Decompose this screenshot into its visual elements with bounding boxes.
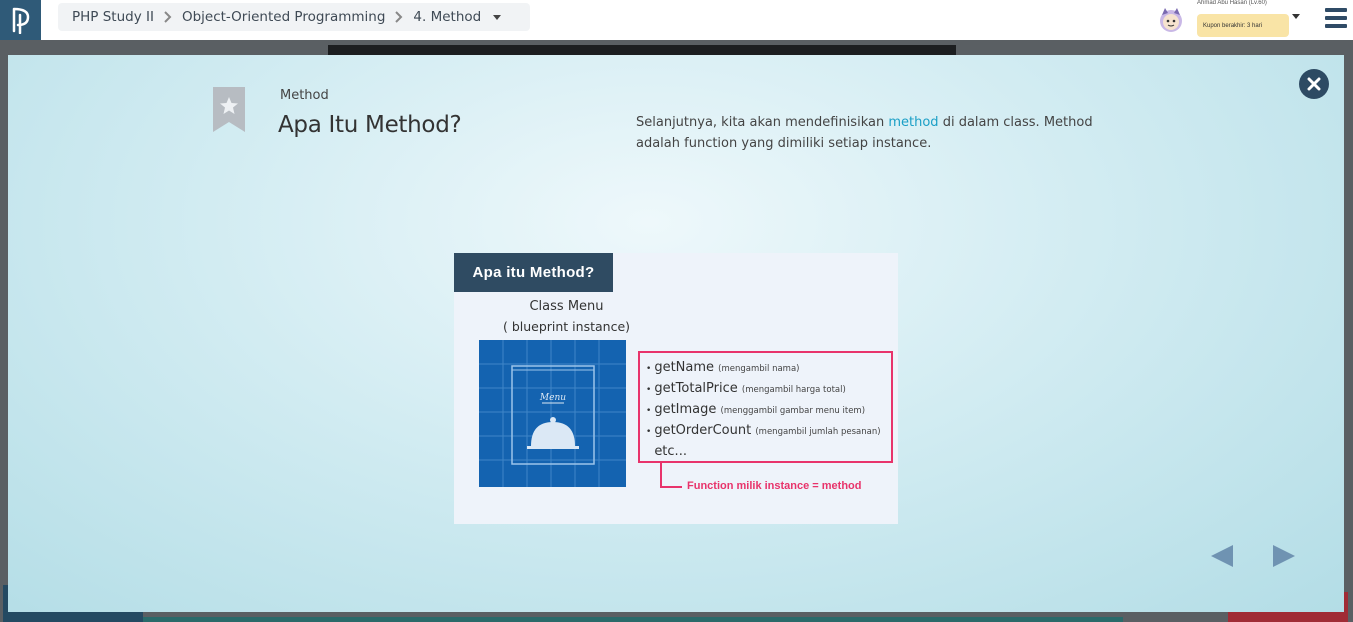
chevron-right-icon	[164, 11, 172, 23]
illustration-class-subtitle: ( blueprint instance)	[502, 319, 631, 334]
hamburger-menu-icon[interactable]	[1325, 8, 1347, 28]
method-note: (mengambil jumlah pesanan)	[755, 427, 881, 437]
method-name: getTotalPrice	[654, 381, 738, 396]
logo[interactable]	[0, 0, 41, 40]
breadcrumb-lesson[interactable]: 4. Method	[413, 9, 502, 25]
description-keyword: method	[888, 115, 939, 130]
slide-title: Apa Itu Method?	[278, 112, 462, 138]
method-item: • getTotalPrice (mengambil harga total)	[646, 378, 891, 399]
bullet-icon: •	[646, 385, 652, 395]
slide-description: Selanjutnya, kita akan mendefinisikan me…	[636, 112, 1116, 154]
bullet-icon: •	[646, 364, 652, 374]
coupon-badge: Kupon berakhir: 3 hari	[1197, 14, 1289, 37]
slide-eyebrow: Method	[280, 88, 329, 103]
chevron-right-icon	[395, 11, 403, 23]
method-name: getName	[654, 360, 715, 375]
method-list-box: • getName (mengambil nama) • getTotalPrice…	[638, 351, 893, 463]
previous-slide-arrow-icon[interactable]	[1211, 545, 1233, 567]
hamburger-line	[1325, 24, 1347, 28]
hamburger-line	[1325, 8, 1347, 12]
breadcrumb-lesson-label: 4. Method	[413, 9, 482, 25]
description-text-before: Selanjutnya, kita akan mendefinisikan	[636, 115, 889, 130]
avatar[interactable]	[1156, 5, 1186, 35]
method-note: (menggambil gambar menu item)	[720, 406, 866, 416]
bookmark-star-icon	[213, 87, 245, 132]
close-icon	[1307, 77, 1321, 91]
breadcrumb-chapter[interactable]: Object-Oriented Programming	[182, 9, 385, 25]
user-menu-caret-icon[interactable]	[1292, 14, 1300, 19]
method-item: •etc...	[646, 441, 891, 462]
method-caption: Function milik instance = method	[687, 480, 862, 492]
illustration-class-name: Class Menu	[529, 299, 604, 314]
progate-logo-icon	[12, 7, 29, 34]
method-name: etc...	[654, 444, 687, 459]
bullet-icon: •	[646, 406, 652, 416]
method-note: (mengambil harga total)	[741, 385, 846, 395]
method-item: • getName (mengambil nama)	[646, 357, 891, 378]
close-button[interactable]	[1299, 69, 1329, 99]
method-note: (mengambil nama)	[718, 364, 800, 374]
method-item: • getOrderCount (mengambil jumlah pesanan…	[646, 420, 891, 441]
next-slide-arrow-icon[interactable]	[1273, 545, 1295, 567]
hamburger-line	[1325, 16, 1347, 20]
background-progress-line	[143, 617, 1123, 622]
menu-card-label: Menu	[539, 393, 566, 403]
method-name: getImage	[654, 402, 717, 417]
method-name: getOrderCount	[654, 423, 752, 438]
bullet-icon: •	[646, 427, 652, 437]
menu-blueprint-icon: Menu	[479, 340, 626, 487]
user-name: Ahmad Abu Hasan (Lv.60)	[1197, 0, 1267, 6]
caret-down-icon	[493, 14, 502, 20]
top-bar: PHP Study II Object-Oriented Programming…	[0, 0, 1353, 40]
method-item: • getImage (menggambil gambar menu item)	[646, 399, 891, 420]
method-illustration: Apa itu Method? Class Menu ( blueprint i…	[454, 253, 898, 524]
breadcrumb: PHP Study II Object-Oriented Programming…	[58, 3, 530, 31]
slide-modal: Method Apa Itu Method? Selanjutnya, kita…	[8, 55, 1344, 612]
connector-line	[660, 463, 682, 488]
illustration-header: Apa itu Method?	[454, 253, 613, 292]
breadcrumb-course[interactable]: PHP Study II	[72, 9, 154, 25]
